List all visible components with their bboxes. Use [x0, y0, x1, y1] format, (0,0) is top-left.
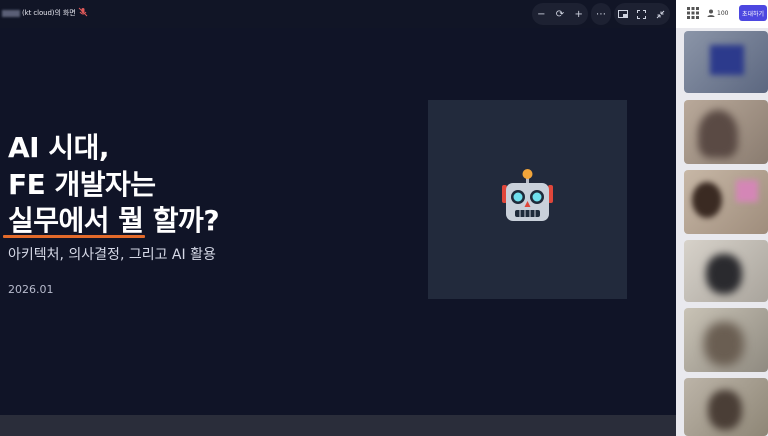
participant-tile[interactable] [684, 378, 768, 436]
invite-button[interactable]: 초대하기 [739, 5, 767, 21]
zoom-in-button[interactable]: + [571, 6, 587, 22]
slide-subtitle: 아키텍처, 의사결정, 그리고 AI 활용 [8, 247, 216, 263]
participant-tile[interactable] [684, 170, 768, 234]
grid-view-button[interactable] [683, 5, 703, 21]
robot-icon [502, 169, 553, 221]
robot-image-card [428, 100, 627, 299]
slide-date: 2026.01 [8, 283, 54, 296]
pip-button[interactable] [615, 6, 631, 22]
more-options-button[interactable]: ⋯ [593, 6, 609, 22]
view-controls [614, 3, 670, 25]
bottom-bar [0, 415, 676, 436]
collapse-icon [656, 10, 665, 18]
zoom-out-button[interactable]: − [533, 6, 549, 22]
more-controls: ⋯ [591, 3, 611, 25]
slide-title-line-1: AI 시대, [8, 131, 110, 164]
fullscreen-icon [637, 9, 647, 19]
slide-title-line-3: 실무에서 뭘 할까? [8, 204, 220, 237]
people-icon [707, 9, 715, 17]
participant-tile[interactable] [684, 100, 768, 164]
participant-count[interactable]: 100 [707, 5, 735, 21]
grid-icon [687, 7, 699, 19]
fullscreen-button[interactable] [634, 6, 650, 22]
participant-tile[interactable] [684, 31, 768, 93]
slide-title-line-2: FE 개발자는 [8, 168, 156, 201]
participant-tile[interactable] [684, 240, 768, 302]
mic-off-icon [78, 7, 88, 17]
pip-icon [618, 10, 629, 18]
participant-tile[interactable] [684, 308, 768, 372]
blurred-name [2, 9, 20, 17]
title-underline [3, 235, 145, 238]
screen-share-label: (kt cloud)의 화면 [2, 8, 76, 18]
collapse-button[interactable] [653, 6, 669, 22]
refresh-button[interactable]: ⟳ [552, 6, 568, 22]
zoom-controls: − ⟳ + [532, 3, 588, 25]
